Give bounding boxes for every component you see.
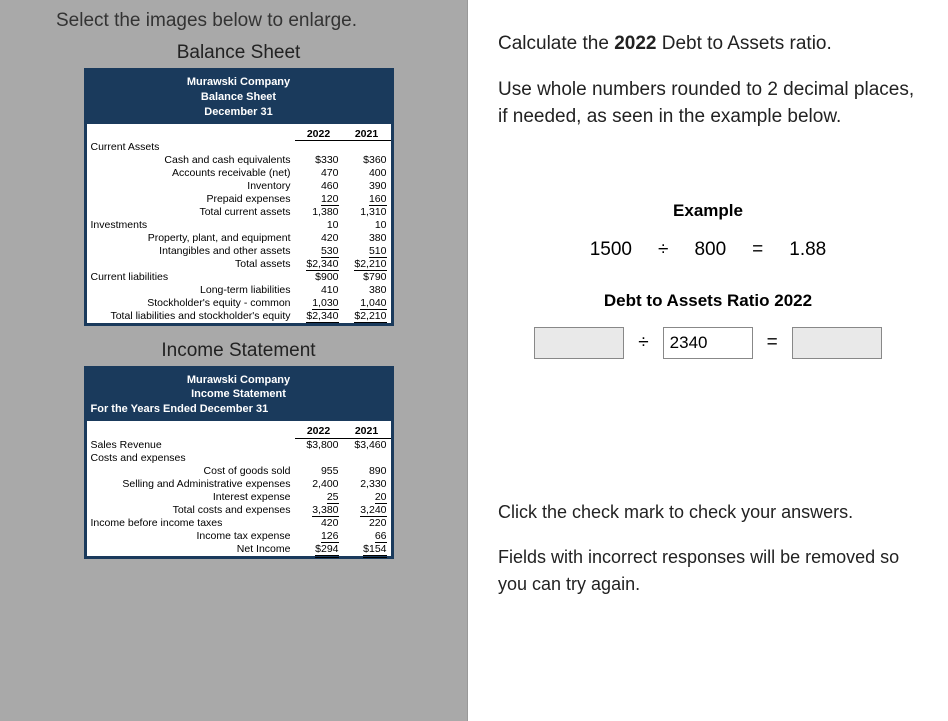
result-input[interactable]	[792, 327, 882, 359]
denominator-input[interactable]	[663, 327, 753, 359]
example-block: Example 1500 ÷ 800 = 1.88	[498, 201, 918, 261]
balance-sheet-title: Balance Sheet	[50, 42, 427, 64]
example-numerator: 1500	[590, 239, 632, 261]
balance-sheet-table: 20222021 Current Assets Cash and cash eq…	[87, 124, 391, 323]
example-result: 1.88	[789, 239, 826, 261]
divide-symbol-2: ÷	[638, 332, 648, 354]
income-statement-table: 20222021 Sales Revenue$3,800$3,460 Costs…	[87, 421, 391, 556]
equals-symbol-2: =	[767, 332, 778, 354]
left-panel: Select the images below to enlarge. Bala…	[0, 0, 468, 721]
right-panel: Calculate the 2022 Debt to Assets ratio.…	[468, 0, 948, 721]
answer-input-row: ÷ =	[498, 327, 918, 359]
question-text: Calculate the 2022 Debt to Assets ratio.…	[498, 30, 918, 131]
income-statement-header: Murawski Company Income Statement For th…	[87, 369, 391, 422]
divide-symbol: ÷	[658, 239, 668, 261]
enlarge-instruction: Select the images below to enlarge.	[56, 10, 427, 32]
income-statement-title: Income Statement	[50, 340, 427, 362]
equals-symbol: =	[752, 239, 763, 261]
balance-sheet-image[interactable]: Murawski Company Balance Sheet December …	[84, 68, 394, 326]
ratio-title: Debt to Assets Ratio 2022	[498, 291, 918, 311]
income-statement-image[interactable]: Murawski Company Income Statement For th…	[84, 366, 394, 559]
example-denominator: 800	[694, 239, 726, 261]
balance-sheet-header: Murawski Company Balance Sheet December …	[87, 71, 391, 124]
bottom-instructions: Click the check mark to check your answe…	[498, 499, 918, 598]
example-calc-row: 1500 ÷ 800 = 1.88	[498, 239, 918, 261]
example-title: Example	[498, 201, 918, 221]
numerator-input[interactable]	[534, 327, 624, 359]
